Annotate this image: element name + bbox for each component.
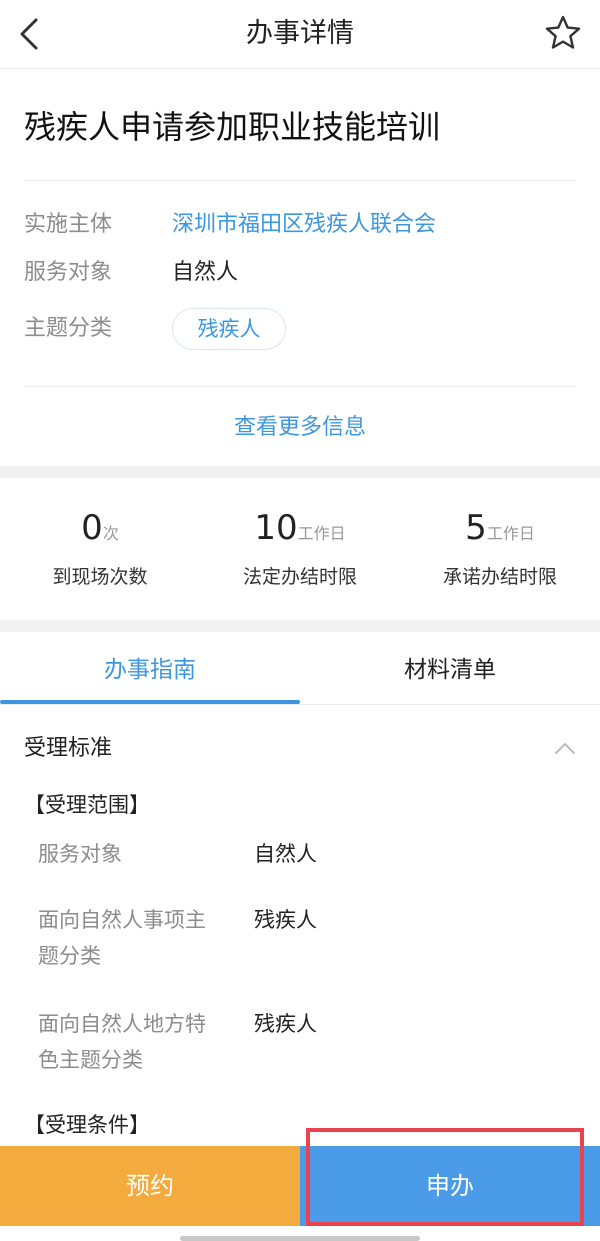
section-gap (0, 620, 600, 632)
guide-row-label: 面向自然人事项主题分类 (38, 908, 206, 968)
top-nav-bar: 办事详情 (0, 0, 600, 69)
highlight-annotation-box (306, 1128, 584, 1226)
stat-legal-limit-unit: 工作日 (297, 524, 346, 543)
stat-legal-limit-number: 10 (254, 508, 298, 548)
acceptance-standard-title: 受理标准 (24, 736, 113, 761)
stat-promised-limit-label: 承诺办结时限 (442, 566, 557, 588)
item-title: 残疾人申请参加职业技能培训 (24, 108, 441, 146)
guide-row-value: 残疾人 (254, 1012, 317, 1036)
tab-materials[interactable]: 材料清单 (300, 652, 600, 688)
chevron-up-icon[interactable] (552, 736, 578, 762)
guide-row-value: 自然人 (254, 842, 317, 866)
stat-legal-limit-label: 法定办结时限 (242, 566, 357, 588)
stat-visits-label: 到现场次数 (52, 566, 148, 588)
implementer-link[interactable]: 深圳市福田区残疾人联合会 (172, 210, 436, 240)
guide-row-label: 面向自然人地方特色主题分类 (38, 1012, 206, 1072)
star-outline-icon[interactable] (544, 14, 582, 52)
guide-row-label: 服务对象 (38, 842, 122, 866)
acceptance-condition-heading: 【受理条件】 (24, 1113, 150, 1137)
implementer-label: 实施主体 (24, 212, 113, 237)
topic-category-tag[interactable]: 残疾人 (172, 308, 286, 350)
service-target-label: 服务对象 (24, 260, 113, 285)
home-indicator (180, 1236, 420, 1241)
tabs-divider (0, 704, 600, 705)
reserve-button[interactable]: 预约 (0, 1146, 300, 1226)
acceptance-scope-heading: 【受理范围】 (24, 793, 150, 817)
guide-row-value: 残疾人 (254, 908, 317, 932)
tab-guide[interactable]: 办事指南 (0, 652, 300, 688)
stat-visits-unit: 次 (102, 524, 119, 543)
stat-legal-limit: 10工作日 (200, 508, 400, 548)
section-gap (0, 466, 600, 478)
stat-visits: 0次 (0, 508, 200, 548)
view-more-info-link[interactable]: 查看更多信息 (0, 412, 600, 444)
topic-category-label: 主题分类 (24, 316, 113, 341)
active-tab-indicator (0, 700, 300, 704)
service-target-value: 自然人 (172, 260, 239, 285)
divider (24, 386, 576, 387)
stat-promised-limit: 5工作日 (400, 508, 600, 548)
divider (24, 180, 576, 181)
stat-promised-limit-number: 5 (465, 508, 487, 548)
page-title: 办事详情 (246, 18, 354, 49)
stat-promised-limit-unit: 工作日 (486, 524, 535, 543)
stat-visits-number: 0 (81, 508, 103, 548)
